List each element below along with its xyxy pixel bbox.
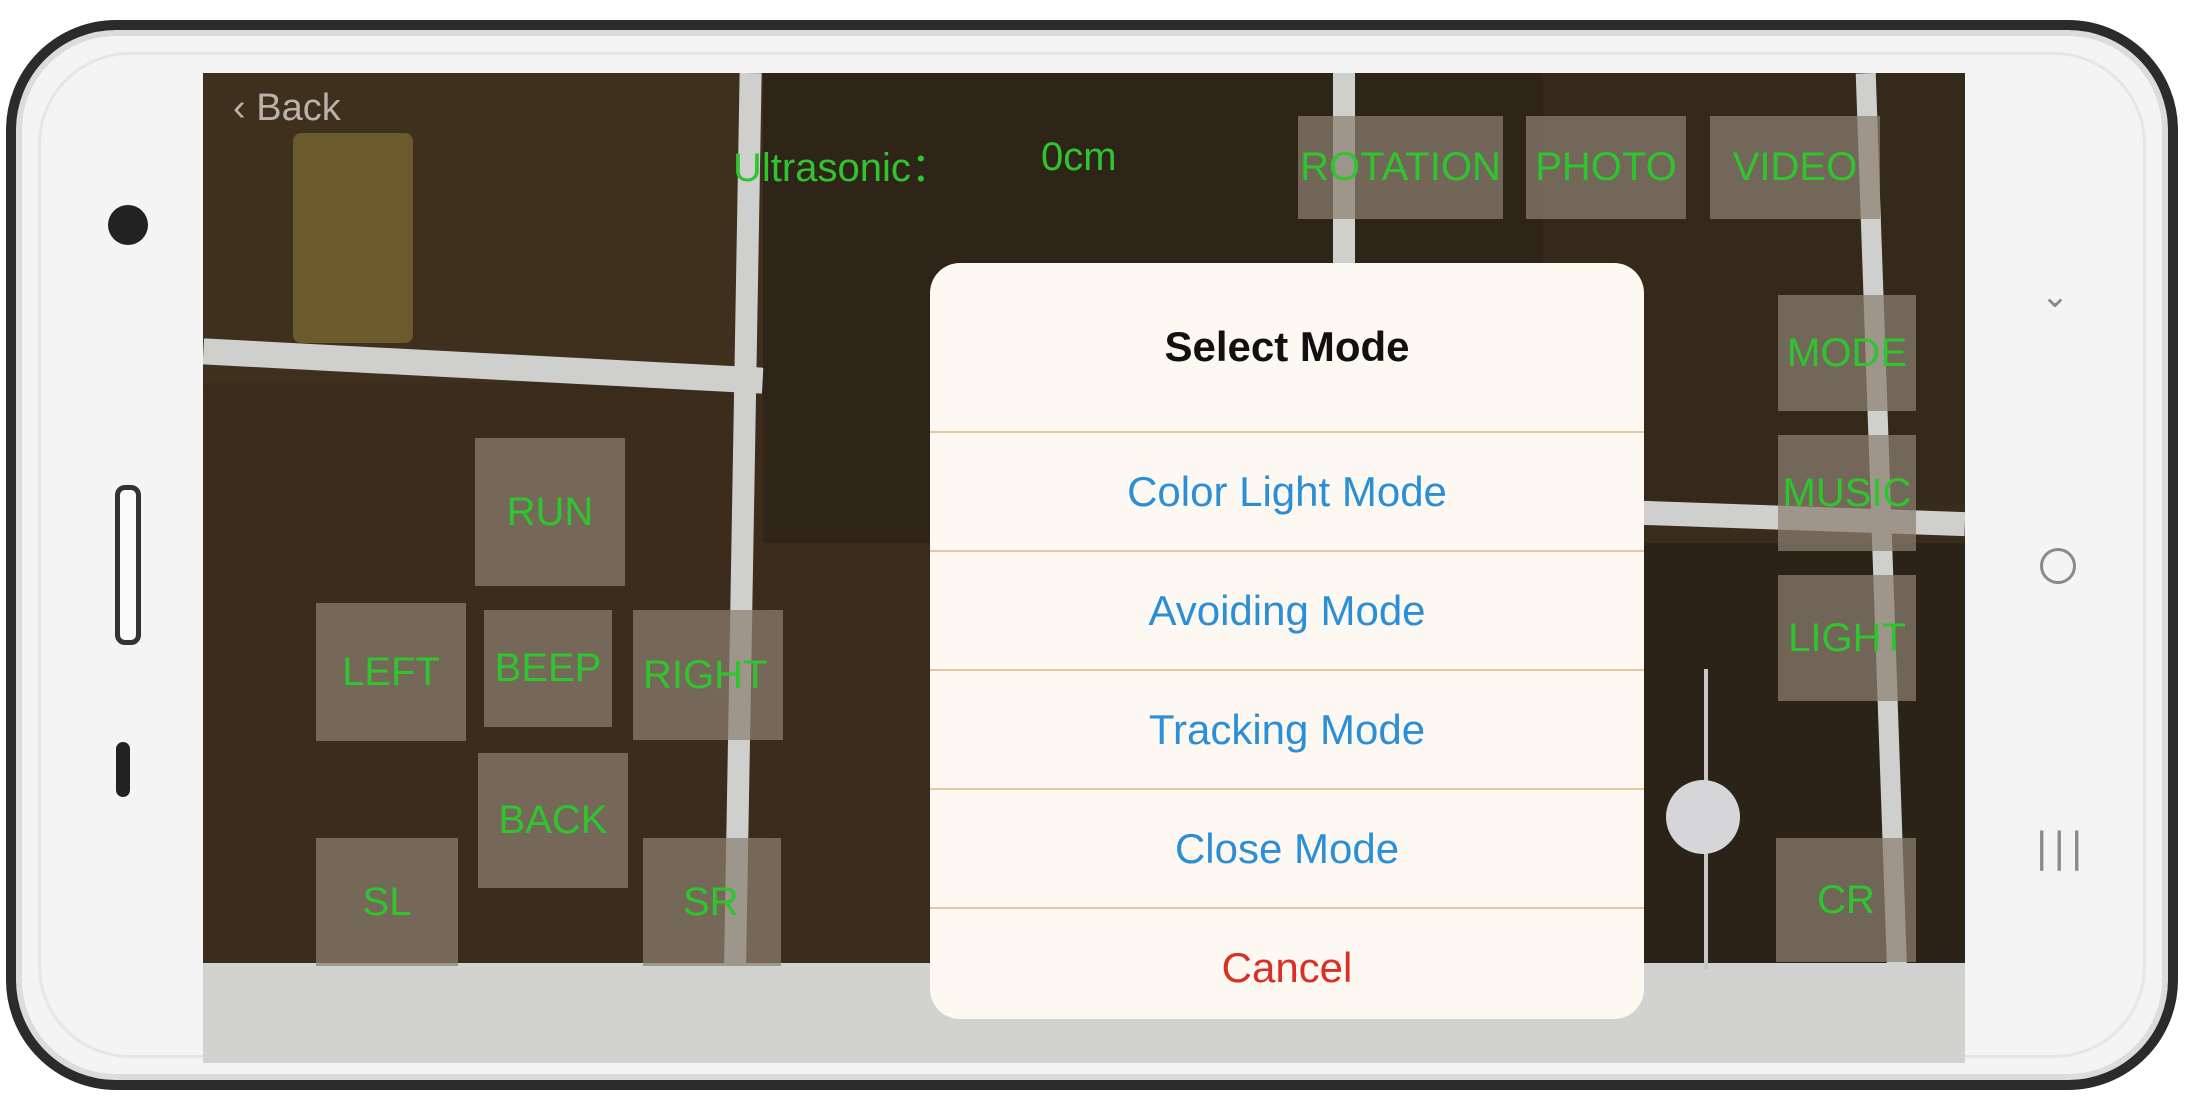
- robot-toy: [293, 133, 413, 343]
- front-camera: [108, 205, 148, 245]
- back-button[interactable]: ‹ Back: [233, 87, 341, 130]
- back-drive-button[interactable]: BACK: [478, 753, 628, 888]
- photo-button[interactable]: PHOTO: [1526, 116, 1686, 219]
- sr-button[interactable]: SR: [643, 838, 781, 966]
- run-button[interactable]: RUN: [475, 438, 625, 586]
- avoiding-mode-option[interactable]: Avoiding Mode: [930, 550, 1644, 669]
- dialog-title: Select Mode: [1164, 323, 1410, 370]
- mode-button[interactable]: MODE: [1778, 295, 1916, 411]
- right-button[interactable]: RIGHT: [633, 610, 783, 740]
- speed-slider-knob[interactable]: [1666, 780, 1740, 854]
- left-button[interactable]: LEFT: [316, 603, 466, 741]
- close-mode-option[interactable]: Close Mode: [930, 788, 1644, 907]
- beep-button[interactable]: BEEP: [484, 610, 612, 727]
- ultrasonic-value: 0cm: [1041, 135, 1117, 179]
- color-light-mode-option[interactable]: Color Light Mode: [930, 431, 1644, 550]
- music-button[interactable]: MUSIC: [1778, 435, 1916, 551]
- home-circle-icon[interactable]: [2040, 548, 2076, 584]
- chevron-left-icon: ‹: [233, 87, 246, 129]
- chevron-down-icon[interactable]: ⌄: [2035, 276, 2075, 316]
- phone-sensor: [116, 742, 130, 797]
- cancel-button[interactable]: Cancel: [930, 907, 1644, 1019]
- camera-view: ‹ Back Ultrasonic： 0cm ROTATION PHOTO VI…: [203, 73, 1965, 1063]
- sl-button[interactable]: SL: [316, 838, 458, 966]
- tracking-mode-option[interactable]: Tracking Mode: [930, 669, 1644, 788]
- recents-icon[interactable]: |||: [2035, 825, 2083, 871]
- phone-speaker-slot: [115, 485, 141, 645]
- select-mode-dialog: Select Mode Color Light Mode Avoiding Mo…: [930, 263, 1644, 1019]
- cr-button[interactable]: CR: [1776, 838, 1916, 962]
- ultrasonic-label: Ultrasonic：: [733, 146, 951, 190]
- rotation-button[interactable]: ROTATION: [1298, 116, 1503, 219]
- light-button[interactable]: LIGHT: [1778, 575, 1916, 701]
- video-button[interactable]: VIDEO: [1710, 116, 1880, 219]
